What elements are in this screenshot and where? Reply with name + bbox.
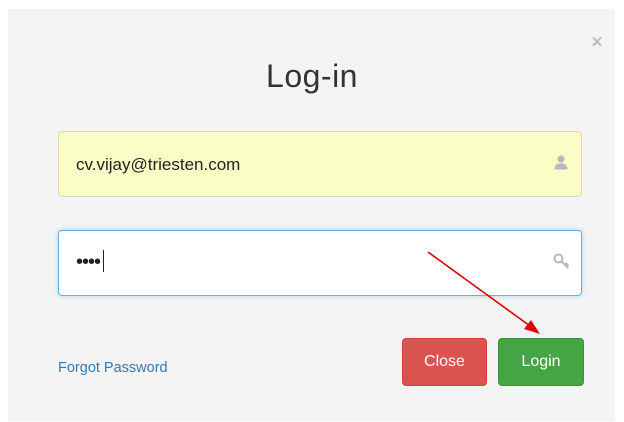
email-field[interactable]: cv.vijay@triesten.com — [58, 131, 582, 197]
email-value: cv.vijay@triesten.com — [76, 155, 241, 174]
text-cursor — [103, 250, 105, 272]
close-button[interactable]: Close — [402, 338, 487, 386]
password-value: •••• — [76, 250, 105, 274]
login-button[interactable]: Login — [498, 338, 584, 386]
close-icon[interactable]: × — [588, 33, 606, 53]
user-icon — [554, 155, 568, 170]
modal-title: Log-in — [266, 58, 358, 94]
key-icon — [553, 253, 569, 269]
forgot-password-link[interactable]: Forgot Password — [58, 360, 168, 376]
password-field[interactable]: •••• — [58, 230, 582, 296]
